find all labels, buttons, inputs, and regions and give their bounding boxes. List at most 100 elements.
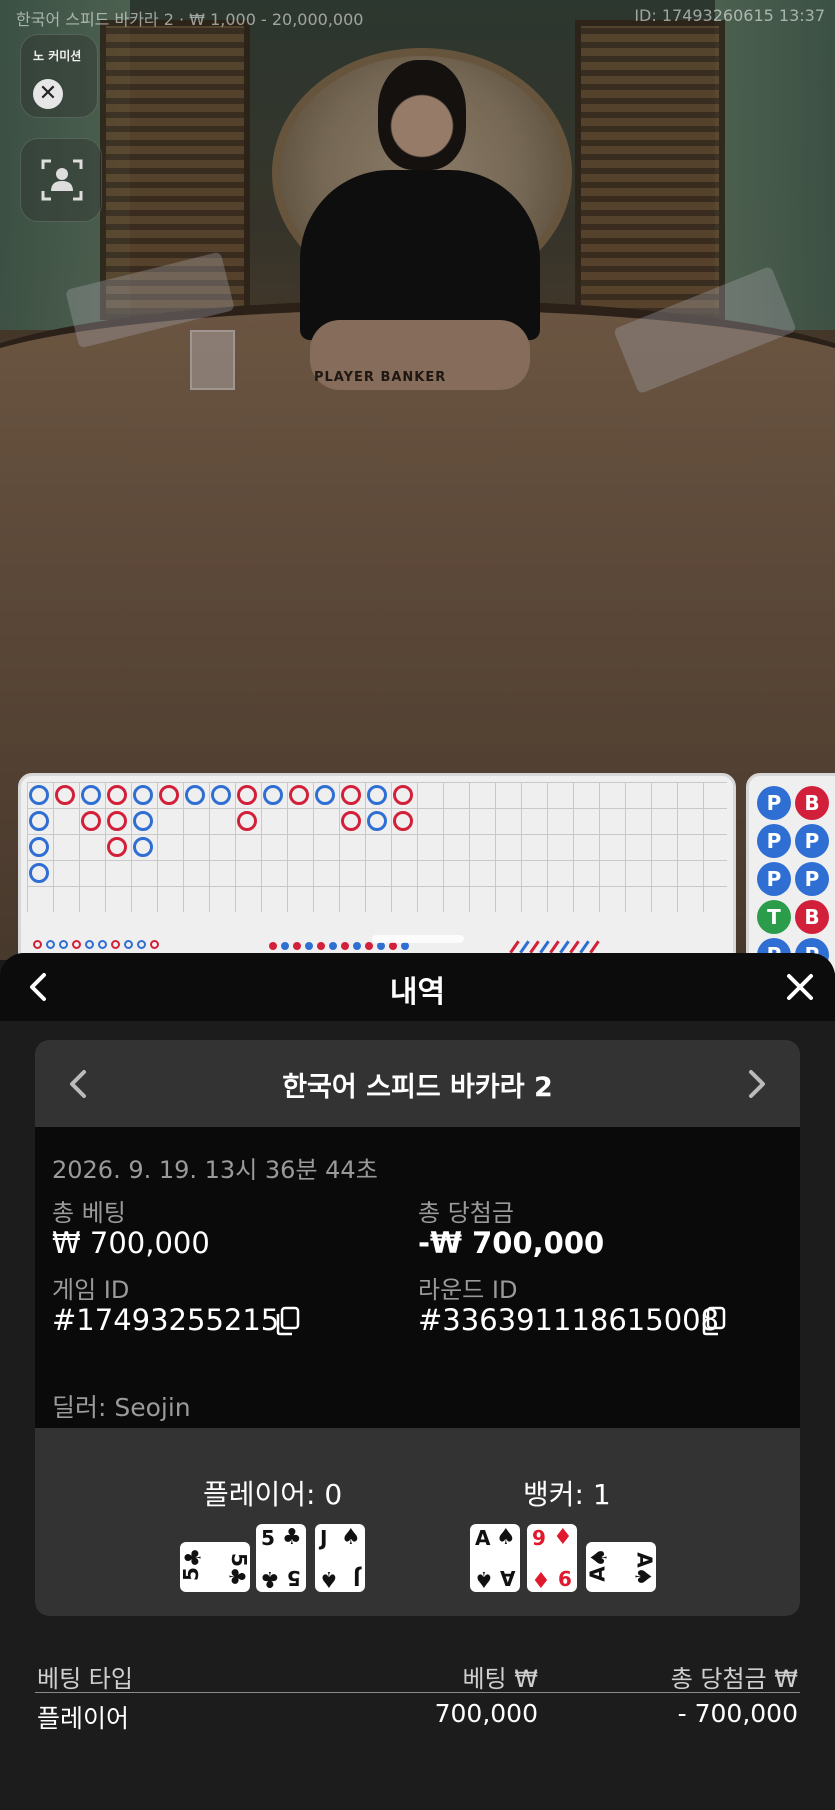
player-win-marker [263, 785, 283, 805]
player-win-marker [133, 837, 153, 857]
playing-card: 5 ♣ 5 ♣ [178, 1542, 251, 1592]
player-win-marker [29, 811, 49, 831]
banker-win-marker [55, 785, 75, 805]
copy-round-id-icon[interactable] [699, 1306, 727, 1336]
small-road-marker [150, 940, 159, 949]
card-suit: ♣ [260, 1566, 280, 1591]
round-result: 플레이어: 0 뱅커: 1 5 ♣ 5 ♣ 5 ♣ 5 ♣ J ♠ J ♠ A ♠ A ♠ 9 ♦ 9 ♦ A ♠ A ♠ [35, 1428, 800, 1616]
small-road-marker [46, 940, 55, 949]
user-icon [41, 159, 83, 201]
row-bet-amount: 700,000 [434, 1699, 538, 1728]
player-win-marker [133, 785, 153, 805]
player-win-marker [29, 785, 49, 805]
card-suit: ♣ [223, 1566, 249, 1587]
close-icon[interactable]: ✕ [33, 79, 63, 109]
playing-card: A ♠ A ♠ [470, 1524, 520, 1592]
player-win-marker [29, 837, 49, 857]
close-icon[interactable] [783, 970, 817, 1004]
bead-road-marker: P [757, 786, 791, 820]
game-datetime: 2026. 9. 19. 13시 36분 44초 [52, 1156, 378, 1184]
bead-dot-marker [365, 942, 373, 950]
banker-win-marker [81, 811, 101, 831]
banker-win-marker [159, 785, 179, 805]
session-info: ID: 17493260615 13:37 [634, 6, 825, 25]
banker-win-marker [393, 785, 413, 805]
round-id-value: #336391118615008 [418, 1303, 720, 1337]
card-rank: J [352, 1566, 360, 1590]
bead-road-marker: P [795, 824, 829, 858]
header-bet-type: 베팅 타입 [37, 1665, 133, 1693]
big-road-scoreboard[interactable] [18, 773, 736, 973]
total-bet-value: ₩ 700,000 [52, 1226, 210, 1260]
card-rank: A [475, 1526, 491, 1550]
card-suit: ♦ [531, 1566, 551, 1591]
card-rank: 9 [532, 1526, 546, 1550]
banker-win-marker [393, 811, 413, 831]
banker-win-marker [237, 811, 257, 831]
bead-road-marker: B [795, 786, 829, 820]
sheet-header: 내역 [0, 953, 835, 1021]
bead-dot-marker [329, 942, 337, 950]
card-rank: 5 [287, 1566, 301, 1590]
banker-win-marker [107, 785, 127, 805]
bet-table-header: 베팅 타입 베팅 ₩ 총 당첨금 ₩ [35, 1653, 800, 1693]
player-win-marker [367, 811, 387, 831]
bead-dot-marker [305, 942, 313, 950]
bead-dot-marker [389, 942, 397, 950]
banker-win-marker [107, 811, 127, 831]
card-rank: 5 [261, 1526, 275, 1550]
small-road-marker [72, 940, 81, 949]
banker-win-marker [289, 785, 309, 805]
bead-road-marker: T [757, 900, 791, 934]
next-game-chevron-icon[interactable] [736, 1064, 776, 1104]
sheet-drag-handle[interactable] [372, 935, 464, 943]
game-id-value: #17493255215 [52, 1303, 280, 1337]
card-suit: ♠ [629, 1566, 655, 1587]
player-win-marker [315, 785, 335, 805]
player-win-marker [29, 863, 49, 883]
total-bet-label: 총 베팅 [52, 1199, 126, 1227]
copy-game-id-icon[interactable] [273, 1306, 301, 1336]
card-rank: 9 [558, 1566, 572, 1590]
dealer-profile-button[interactable] [20, 138, 102, 222]
dealer-name: 딜러: Seojin [52, 1393, 191, 1422]
table-info: 한국어 스피드 바카라 2 · ₩ 1,000 - 20,000,000 [16, 10, 364, 29]
card-suit: ♦ [553, 1525, 573, 1550]
no-commission-toggle[interactable]: 노 커미션 ✕ [20, 34, 98, 118]
small-road-marker [137, 940, 146, 949]
cockroach-road-marker [589, 940, 600, 954]
bead-dot-marker [341, 942, 349, 950]
bet-table: 베팅 타입 베팅 ₩ 총 당첨금 ₩ 플레이어 700,000 - 700,00… [35, 1653, 800, 1735]
card-rank: 5 [178, 1567, 203, 1581]
banker-score: 뱅커: 1 [523, 1478, 611, 1511]
round-id-label: 라운드 ID [418, 1276, 518, 1304]
banker-win-marker [107, 837, 127, 857]
table-name: 한국어 스피드 바카라 2 [282, 1072, 553, 1103]
history-sheet: 내역 한국어 스피드 바카라 2 2026. 9. 19. 13시 36분 44… [0, 953, 835, 1810]
card-rank: A [632, 1552, 657, 1568]
row-total-win: - 700,000 [677, 1699, 798, 1728]
playing-card: 5 ♣ 5 ♣ [256, 1524, 306, 1592]
bead-road-scoreboard[interactable]: PBPPPPTBPP [746, 773, 835, 973]
card-rank: A [499, 1566, 515, 1590]
player-score: 플레이어: 0 [203, 1478, 343, 1511]
player-win-marker [367, 785, 387, 805]
banker-win-marker [237, 785, 257, 805]
bead-dot-marker [317, 942, 325, 950]
header-bet-amount: 베팅 ₩ [462, 1665, 538, 1693]
no-commission-label: 노 커미션 [33, 49, 82, 63]
small-road-marker [59, 940, 68, 949]
player-win-marker [211, 785, 231, 805]
bead-dot-marker [401, 942, 409, 950]
card-suit: ♠ [341, 1525, 361, 1550]
playing-card: 9 ♦ 9 ♦ [527, 1524, 577, 1592]
bead-road-marker: P [757, 824, 791, 858]
bead-dot-marker [293, 942, 301, 950]
small-road-marker [33, 940, 42, 949]
card-suit: ♠ [474, 1566, 494, 1591]
playing-card: J ♠ J ♠ [315, 1524, 365, 1592]
card-suit: ♣ [181, 1547, 207, 1568]
bead-road-marker: P [757, 862, 791, 896]
total-win-label: 총 당첨금 [418, 1199, 514, 1227]
game-history-card: 한국어 스피드 바카라 2 2026. 9. 19. 13시 36분 44초 총… [35, 1040, 800, 1616]
